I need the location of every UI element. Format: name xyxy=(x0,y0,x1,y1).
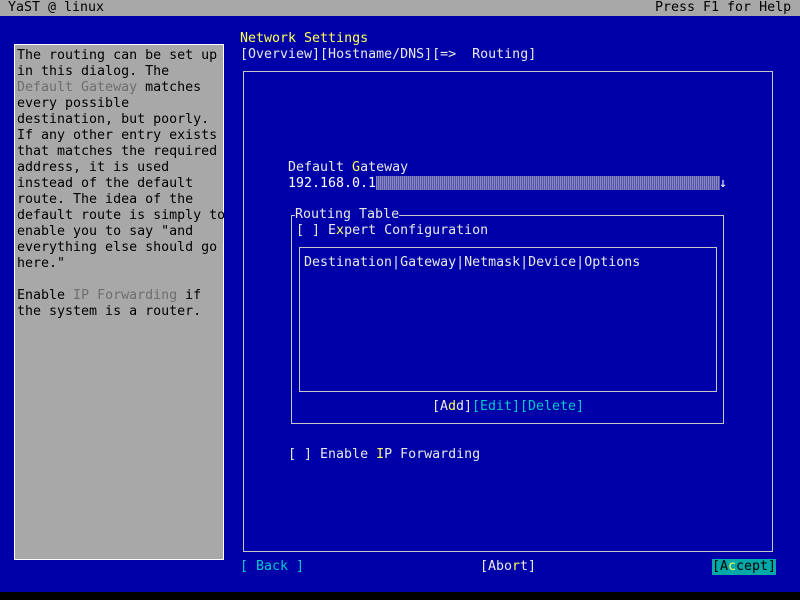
edit-button[interactable]: [Edit] xyxy=(472,399,520,415)
help-line: The routing can be set up xyxy=(17,48,217,64)
help-text-fragment: The routing can be set up xyxy=(17,48,218,63)
help-term: IP Forwarding xyxy=(73,288,178,303)
help-line: here." xyxy=(17,256,65,272)
help-text-fragment: default route is simply to xyxy=(17,208,226,223)
help-text-fragment: here." xyxy=(17,256,66,271)
help-line: Enable IP Forwarding if xyxy=(17,288,201,304)
help-text-fragment: Enable xyxy=(17,288,74,303)
help-text-fragment: if xyxy=(177,288,202,303)
dropdown-arrow-icon[interactable]: ↓ xyxy=(719,176,727,192)
routing-table-title: Routing Table xyxy=(295,207,400,223)
help-term: Default Gateway xyxy=(17,80,138,95)
tab-bar[interactable]: [Overview][Hostname/DNS][=> Routing] xyxy=(240,47,536,63)
abort-button[interactable]: [Abort] xyxy=(480,559,536,575)
help-line: every possible xyxy=(17,96,129,112)
help-text-fragment: matches xyxy=(137,80,202,95)
help-line: route. The idea of the xyxy=(17,192,193,208)
help-text-fragment: address, it is used xyxy=(17,160,170,175)
add-button[interactable]: [Add] xyxy=(432,399,472,415)
accept-button[interactable]: [Accept] xyxy=(712,559,777,575)
help-line: destination, but poorly. xyxy=(17,112,209,128)
help-line: Default Gateway matches xyxy=(17,80,201,96)
help-text-fragment: everything else should go xyxy=(17,240,218,255)
help-line: default route is simply to xyxy=(17,208,225,224)
delete-button[interactable]: [Delete] xyxy=(520,399,584,415)
help-line: everything else should go xyxy=(17,240,217,256)
screen-bottom-edge xyxy=(0,592,800,600)
help-text-fragment: instead of the default xyxy=(17,176,194,191)
window-title: YaST @ linux xyxy=(8,0,105,15)
help-line: enable you to say "and xyxy=(17,224,193,240)
help-line: the system is a router. xyxy=(17,304,201,320)
help-line: address, it is used xyxy=(17,160,169,176)
gateway-input[interactable]: 192.168.0.1 xyxy=(288,176,376,192)
expert-config-checkbox[interactable]: [ ] Expert Configuration xyxy=(296,223,488,239)
gateway-label: Default Gateway xyxy=(288,160,409,175)
help-text-fragment: route. The idea of the xyxy=(17,192,194,207)
help-line: instead of the default xyxy=(17,176,193,192)
help-line: that matches the required xyxy=(17,144,217,160)
help-panel[interactable]: The routing can be set up in this dialog.… xyxy=(14,44,225,560)
help-line: If any other entry exists xyxy=(17,128,217,144)
help-hint: Press F1 for Help xyxy=(655,0,792,15)
gateway-field-fill[interactable] xyxy=(376,176,720,190)
title-bar: YaST @ linux Press F1 for Help xyxy=(0,0,800,16)
table-header: Destination|Gateway|Netmask|Device|Optio… xyxy=(304,255,641,270)
help-text-fragment: destination, but poorly. xyxy=(17,112,210,127)
help-text-fragment: the system is a router. xyxy=(17,304,202,319)
help-text-fragment: that matches the required xyxy=(17,144,218,159)
dialog-title: Network Settings xyxy=(240,31,369,46)
help-text-fragment: If any other entry exists xyxy=(17,128,218,143)
help-text-fragment: every possible xyxy=(17,96,130,111)
ip-forwarding-checkbox[interactable]: [ ] Enable IP Forwarding xyxy=(288,447,480,463)
help-text-fragment: enable you to say "and xyxy=(17,224,194,239)
back-button[interactable]: [ Back ] xyxy=(240,559,304,575)
help-line: in this dialog. The xyxy=(17,64,169,80)
help-text-fragment: in this dialog. The xyxy=(17,64,170,79)
